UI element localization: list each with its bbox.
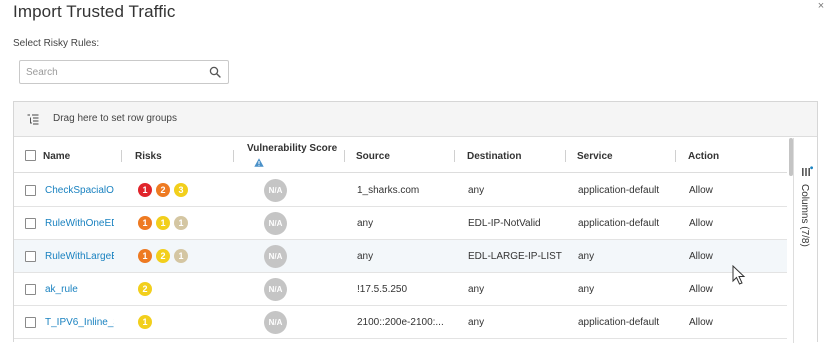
header-vulnerability-score-label: Vulnerability Score: [247, 143, 338, 154]
action-cell: Allow: [689, 185, 713, 196]
service-cell: application-default: [578, 185, 660, 196]
row-groups-icon: [27, 114, 39, 125]
source-cell: 2100::200e-2100:...: [357, 317, 444, 328]
search-input[interactable]: [20, 61, 205, 83]
rule-name-link[interactable]: CheckSpacialObj: [45, 185, 114, 196]
service-cell: any: [578, 284, 595, 295]
search-icon[interactable]: [209, 66, 221, 78]
row-group-bar[interactable]: Drag here to set row groups: [14, 102, 817, 137]
dialog-title: Import Trusted Traffic: [13, 2, 176, 21]
vulnerability-score-badge: N/A: [264, 212, 287, 235]
header-name[interactable]: Name: [43, 138, 121, 173]
vulnerability-score-badge: N/A: [264, 179, 287, 202]
header-risks[interactable]: Risks: [135, 138, 235, 173]
column-separator[interactable]: [121, 150, 122, 162]
destination-cell: any: [468, 317, 485, 328]
column-separator[interactable]: [454, 150, 455, 162]
header-destination-label: Destination: [467, 151, 522, 162]
header-name-label: Name: [43, 151, 71, 162]
risk-badge: 2: [156, 249, 170, 263]
table-row[interactable]: RuleWithOneEDL 1 1 1 N/A any EDL-IP-NotV…: [14, 207, 787, 240]
table-row[interactable]: CheckSpacialObj 1 2 3 N/A 1_sharks.com a…: [14, 174, 787, 207]
risk-badge: 1: [174, 249, 188, 263]
destination-cell: EDL-IP-NotValid: [468, 218, 541, 229]
rule-name-link[interactable]: RuleWithLargeEDL: [45, 251, 114, 262]
risk-badge: 1: [156, 216, 170, 230]
risk-badge: 1: [138, 249, 152, 263]
header-row: Name Risks Vulnerability Score Source De…: [14, 138, 787, 173]
row-checkbox[interactable]: [25, 185, 36, 196]
action-cell: Allow: [689, 284, 713, 295]
service-cell: any: [578, 251, 595, 262]
header-source[interactable]: Source: [356, 138, 456, 173]
search-box: [19, 60, 229, 84]
risk-badge: 1: [174, 216, 188, 230]
action-cell: Allow: [689, 251, 713, 262]
column-separator[interactable]: [675, 150, 676, 162]
service-cell: application-default: [578, 218, 660, 229]
warning-icon: [254, 158, 264, 167]
column-separator[interactable]: [565, 150, 566, 162]
header-vulnerability-score[interactable]: Vulnerability Score: [245, 138, 340, 173]
rule-name-link[interactable]: ak_rule: [45, 284, 114, 295]
table-row[interactable]: T_IPV6_Inline_3 1 N/A 2100::200e-2100:..…: [14, 306, 787, 339]
vulnerability-score-badge: N/A: [264, 278, 287, 301]
source-cell: !17.5.5.250: [357, 284, 408, 295]
risk-badge: 3: [174, 183, 188, 197]
risk-badge: 1: [138, 183, 152, 197]
header-service-label: Service: [577, 151, 613, 162]
row-checkbox[interactable]: [25, 218, 36, 229]
table-row[interactable]: ak_rule 2 N/A !17.5.5.250 any any Allow: [14, 273, 787, 306]
header-service[interactable]: Service: [577, 138, 677, 173]
mouse-cursor-icon: [732, 265, 746, 285]
header-action[interactable]: Action: [688, 138, 778, 173]
row-checkbox[interactable]: [25, 284, 36, 295]
column-separator[interactable]: [233, 150, 234, 162]
select-all-checkbox[interactable]: [25, 150, 36, 161]
header-risks-label: Risks: [135, 151, 162, 162]
destination-cell: any: [468, 185, 485, 196]
rule-name-link[interactable]: T_IPV6_Inline_3: [45, 317, 114, 328]
select-risky-rules-label: Select Risky Rules:: [13, 38, 100, 49]
source-cell: any: [357, 218, 374, 229]
columns-label[interactable]: Columns (7/8): [799, 184, 810, 247]
columns-side-panel[interactable]: Columns (7/8): [793, 138, 817, 343]
table-row[interactable]: RuleWithLargeEDL 1 2 1 N/A any EDL-LARGE…: [14, 240, 787, 273]
risk-badge: 2: [138, 282, 152, 296]
header-source-label: Source: [356, 151, 390, 162]
vulnerability-score-badge: N/A: [264, 311, 287, 334]
risk-badge: 2: [156, 183, 170, 197]
rule-name-link[interactable]: RuleWithOneEDL: [45, 218, 114, 229]
source-cell: any: [357, 251, 374, 262]
row-checkbox[interactable]: [25, 251, 36, 262]
header-action-label: Action: [688, 151, 720, 162]
column-separator[interactable]: [344, 150, 345, 162]
row-groups-hint: Drag here to set row groups: [53, 113, 177, 124]
source-cell: 1_sharks.com: [357, 185, 420, 196]
destination-cell: EDL-LARGE-IP-LIST: [468, 251, 562, 262]
service-cell: application-default: [578, 317, 660, 328]
rules-grid: Drag here to set row groups Name Risks V…: [13, 101, 818, 343]
table-area: Name Risks Vulnerability Score Source De…: [14, 138, 787, 343]
destination-cell: any: [468, 284, 485, 295]
header-destination[interactable]: Destination: [467, 138, 567, 173]
risk-badge: 1: [138, 315, 152, 329]
risk-badge: 1: [138, 216, 152, 230]
action-cell: Allow: [689, 317, 713, 328]
close-icon[interactable]: ×: [815, 0, 827, 12]
vulnerability-score-badge: N/A: [264, 245, 287, 268]
columns-icon: [802, 166, 813, 176]
row-checkbox[interactable]: [25, 317, 36, 328]
action-cell: Allow: [689, 218, 713, 229]
